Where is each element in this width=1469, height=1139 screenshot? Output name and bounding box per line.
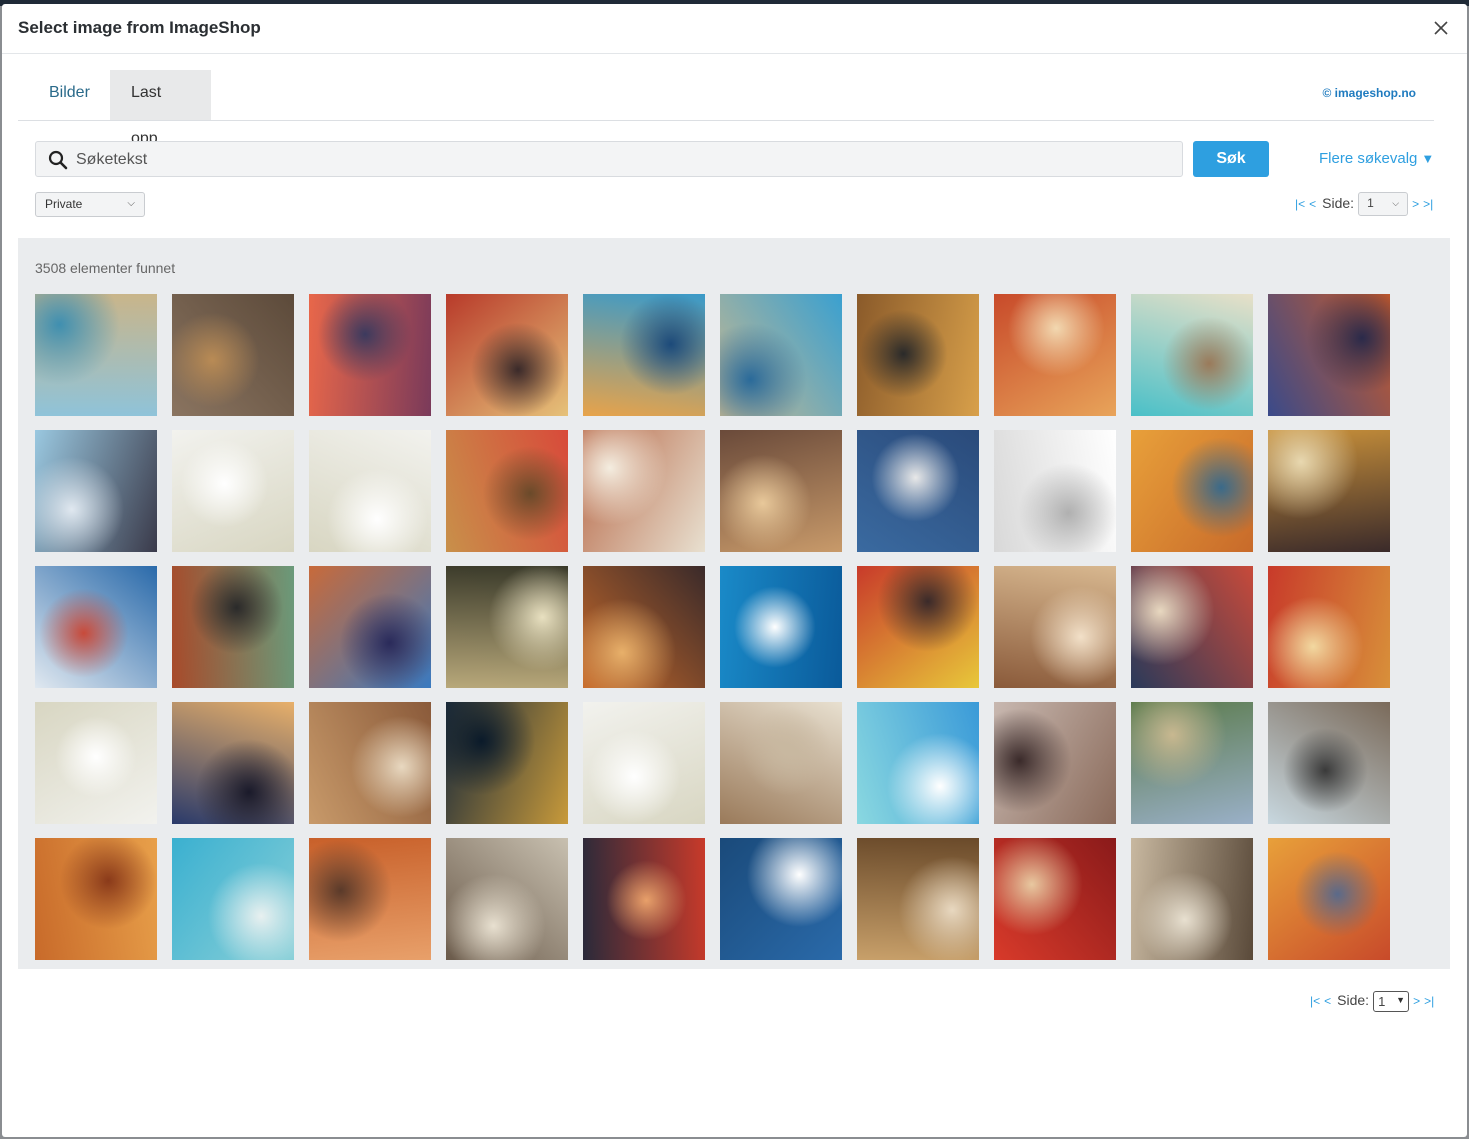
close-button[interactable]: [1429, 16, 1453, 40]
tab-bar: Bilder Last opp © imageshop.no: [18, 70, 1434, 147]
thumbnail-person-in-brush[interactable]: [172, 294, 294, 416]
pager-prev-link[interactable]: <: [1309, 197, 1316, 211]
thumbnail-ship-deck-pool-sea[interactable]: [35, 566, 157, 688]
close-icon: [1434, 21, 1448, 35]
thumbnail-hat-on-bed[interactable]: [720, 702, 842, 824]
thumbnail-atrium-from-above[interactable]: [857, 566, 979, 688]
pager-bottom: |< < Side: 1 ▼ > >|: [1310, 991, 1438, 1012]
thumbnail-cabin-balcony[interactable]: [446, 838, 568, 960]
results-panel: 3508 elementer funnet: [18, 238, 1450, 969]
search-box: [35, 141, 1183, 178]
page-select-value: 1: [1367, 196, 1374, 210]
results-count: 3508 elementer funnet: [35, 260, 176, 276]
pager-top: |< < Side: 1 ⌵ > >|: [1295, 192, 1437, 216]
chevron-down-icon: ⌵: [127, 198, 135, 209]
pager-label: Side:: [1322, 194, 1355, 211]
thumbnail-suite-desk[interactable]: [1131, 838, 1253, 960]
thumbnail-world-map-asia[interactable]: [309, 430, 431, 552]
thumbnail-cabin-red-sofa[interactable]: [446, 430, 568, 552]
thumbnail-harbor-night[interactable]: [446, 702, 568, 824]
thumbnail-waiter-dining[interactable]: [857, 838, 979, 960]
pager-last-link[interactable]: >|: [1423, 197, 1433, 211]
access-filter-select[interactable]: Private ⌵: [35, 192, 145, 217]
thumbnail-cruise-ship-blue[interactable]: [720, 566, 842, 688]
imageshop-modal: Select image from ImageShop Bilder Last …: [2, 4, 1467, 1137]
thumbnail-lounge-blue-carpet[interactable]: [583, 294, 705, 416]
tab-bilder[interactable]: Bilder: [28, 70, 111, 120]
pager-next-link[interactable]: >: [1413, 994, 1420, 1008]
thumbnail-eagle-water[interactable]: [857, 430, 979, 552]
chevron-down-icon: ▼: [1396, 995, 1406, 1005]
thumbnail-ship-pool-aerial[interactable]: [720, 294, 842, 416]
thumbnail-yoga-class[interactable]: [35, 430, 157, 552]
tab-last-opp[interactable]: Last opp: [110, 70, 211, 147]
thumbnail-lounge-orange-sofa[interactable]: [1268, 838, 1390, 960]
page-select[interactable]: 1 ⌵: [1358, 192, 1409, 216]
thumbnail-dining-room-red[interactable]: [446, 294, 568, 416]
thumbnail-bar-red-stools[interactable]: [994, 838, 1116, 960]
search-button[interactable]: Søk: [1193, 141, 1269, 177]
thumbnail-restaurant-yellow[interactable]: [1131, 430, 1253, 552]
thumbnail-cabin-orange-bed[interactable]: [309, 838, 431, 960]
thumbnail-anthurium-flowers[interactable]: [35, 838, 157, 960]
modal-header: Select image from ImageShop: [2, 4, 1467, 54]
pager-next-link[interactable]: >: [1412, 197, 1419, 211]
pager-label: Side:: [1337, 992, 1370, 1009]
thumbnail-map-europe-route[interactable]: [994, 430, 1116, 552]
thumbnail-shopping-promenade[interactable]: [720, 430, 842, 552]
thumbnail-sunset-sea[interactable]: [309, 294, 431, 416]
thumbnail-suite-orange[interactable]: [994, 294, 1116, 416]
chevron-down-icon: ⌵: [1392, 198, 1400, 208]
triangle-down-icon: ▼: [1421, 151, 1435, 166]
thumbnail-aerial-lagoon[interactable]: [172, 838, 294, 960]
imageshop-link[interactable]: © imageshop.no: [1322, 86, 1416, 100]
thumbnail-bar-stools[interactable]: [583, 566, 705, 688]
search-input[interactable]: [74, 142, 1178, 178]
thumbnail-deck-promenade[interactable]: [994, 702, 1116, 824]
pager-prev-link[interactable]: <: [1324, 994, 1331, 1008]
thumbnail-vienna-gardens[interactable]: [1131, 702, 1253, 824]
filter-selected-value: Private: [45, 197, 83, 211]
page-select[interactable]: 1 ▼: [1373, 991, 1410, 1012]
modal-title: Select image from ImageShop: [18, 18, 261, 37]
thumbnail-cabin-window[interactable]: [309, 702, 431, 824]
thumbnail-city-night-harbor[interactable]: [172, 702, 294, 824]
thumbnail-pirate-ship-model[interactable]: [172, 566, 294, 688]
thumbnail-atrium-staircase[interactable]: [857, 294, 979, 416]
thumbnail-bar-panorama[interactable]: [1268, 294, 1390, 416]
thumbnail-cabin-beige[interactable]: [994, 566, 1116, 688]
thumbnail-observation-lounge[interactable]: [309, 566, 431, 688]
thumbnail-suite-red[interactable]: [1268, 566, 1390, 688]
thumbnail-world-map-pacific[interactable]: [583, 702, 705, 824]
thumbnail-lounge-red-carpet[interactable]: [583, 838, 705, 960]
thumbnail-world-map-route[interactable]: [172, 430, 294, 552]
thumbnail-lounge-red-chairs[interactable]: [1131, 566, 1253, 688]
thumbnail-suite-bed-window[interactable]: [1268, 702, 1390, 824]
thumbnail-beach-turquoise[interactable]: [857, 702, 979, 824]
pager-first-link[interactable]: |<: [1295, 197, 1305, 211]
thumbnail-dining-chandelier[interactable]: [1268, 430, 1390, 552]
thumbnail-lounge-turquoise[interactable]: [1131, 294, 1253, 416]
page-select-value: 1: [1378, 994, 1386, 1009]
thumbnail-pool-deck-umbrella[interactable]: [35, 294, 157, 416]
thumbnail-cabin-bed[interactable]: [583, 430, 705, 552]
pager-last-link[interactable]: >|: [1424, 994, 1434, 1008]
thumbnail-cruise-ship-aerial[interactable]: [720, 838, 842, 960]
more-options-link[interactable]: Flere søkevalg ▼: [1319, 150, 1434, 167]
more-options-label: Flere søkevalg: [1319, 150, 1418, 167]
pager-first-link[interactable]: |<: [1310, 994, 1320, 1008]
thumbnail-world-map-atlantic[interactable]: [35, 702, 157, 824]
thumbnail-seahorse-sculpture[interactable]: [446, 566, 568, 688]
search-icon: [48, 150, 68, 170]
